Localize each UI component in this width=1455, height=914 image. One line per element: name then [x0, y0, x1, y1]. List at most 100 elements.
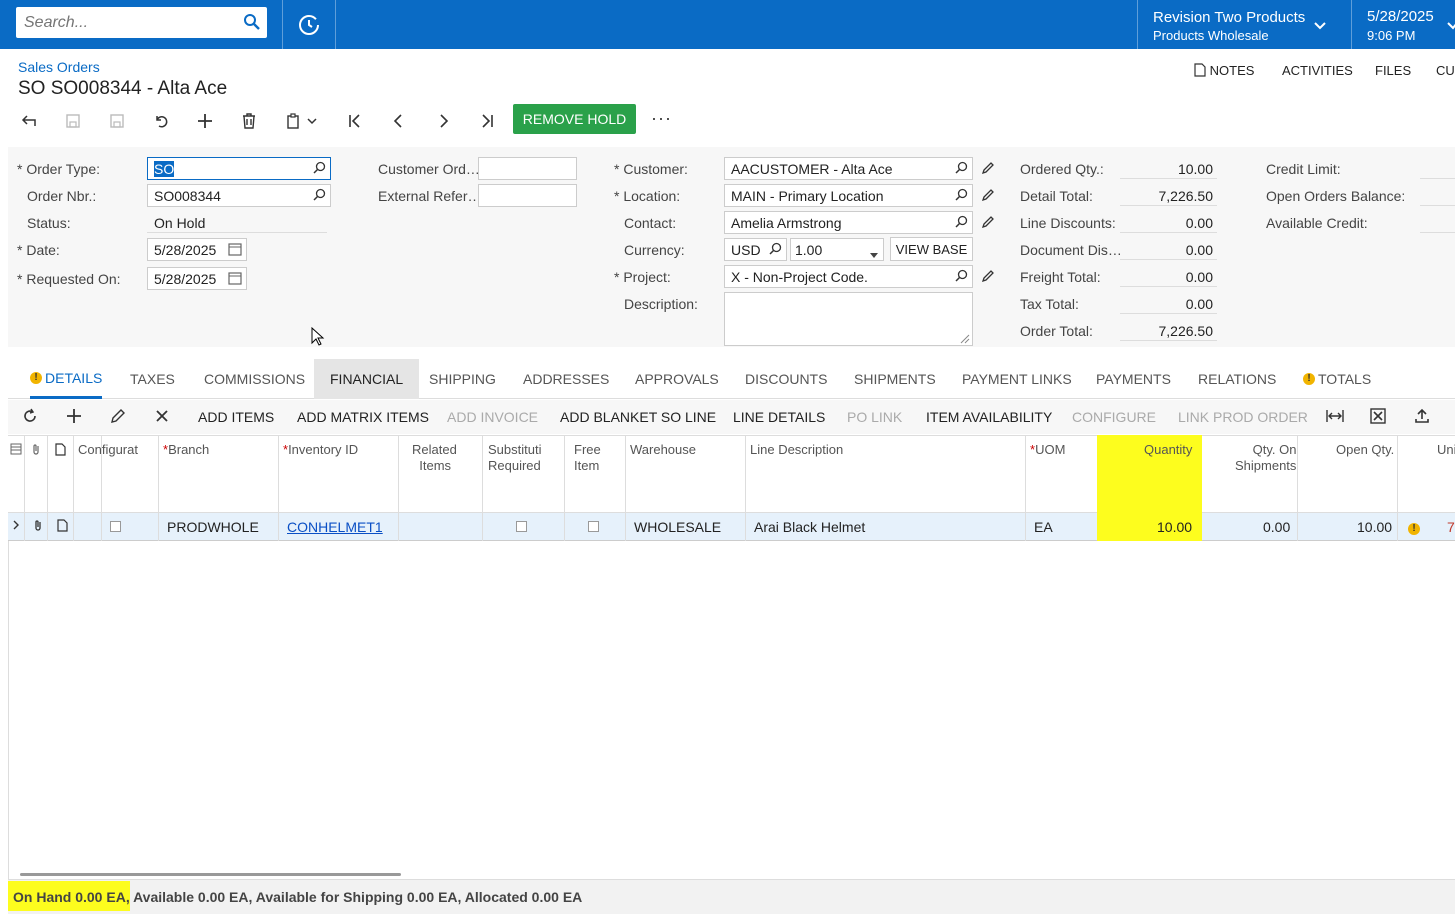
- column-substitution-required[interactable]: Substituti Required: [488, 442, 541, 474]
- note-column-icon[interactable]: [55, 443, 66, 460]
- free-item-checkbox[interactable]: [588, 521, 599, 532]
- chevron-down-icon[interactable]: [305, 109, 319, 133]
- column-open-qty[interactable]: Open Qty.: [1336, 442, 1394, 458]
- tab-totals[interactable]: ! TOTALS: [1303, 359, 1371, 399]
- copy-paste-icon[interactable]: [281, 109, 305, 133]
- tab-taxes[interactable]: TAXES: [130, 359, 175, 399]
- edit-location-icon[interactable]: [981, 188, 995, 205]
- cell-branch[interactable]: PRODWHOLE: [167, 519, 259, 535]
- refresh-icon[interactable]: [22, 408, 38, 427]
- add-blanket-so-line-button[interactable]: ADD BLANKET SO LINE: [560, 409, 716, 425]
- tab-shipping[interactable]: SHIPPING: [429, 359, 496, 399]
- last-record-icon[interactable]: [475, 109, 499, 133]
- caret-down-icon[interactable]: [869, 246, 879, 260]
- search-icon[interactable]: [243, 13, 261, 34]
- tab-details[interactable]: ! DETAILS: [30, 359, 103, 399]
- column-configurat[interactable]: Configurat: [78, 442, 138, 458]
- undo-icon[interactable]: [149, 109, 173, 133]
- column-unit-price[interactable]: Uni: [1437, 442, 1455, 458]
- first-record-icon[interactable]: [343, 109, 367, 133]
- line-details-button[interactable]: LINE DETAILS: [733, 409, 825, 425]
- configure-button[interactable]: CONFIGURE: [1072, 409, 1156, 425]
- add-items-button[interactable]: ADD ITEMS: [198, 409, 274, 425]
- row-selector-icon[interactable]: [10, 443, 22, 459]
- column-quantity[interactable]: Quantity: [1144, 442, 1192, 458]
- history-icon[interactable]: [296, 12, 322, 41]
- row-attachment-icon[interactable]: [32, 519, 44, 535]
- cell-inventory-id-link[interactable]: CONHELMET1: [287, 519, 383, 535]
- link-prod-order-button[interactable]: LINK PROD ORDER: [1178, 409, 1308, 425]
- column-warehouse[interactable]: Warehouse: [630, 442, 696, 458]
- edit-contact-icon[interactable]: [981, 215, 995, 232]
- view-base-button[interactable]: VIEW BASE: [890, 237, 973, 261]
- back-icon[interactable]: [17, 109, 41, 133]
- tab-shipments[interactable]: SHIPMENTS: [854, 359, 936, 399]
- search-input[interactable]: [16, 7, 236, 38]
- next-record-icon[interactable]: [431, 109, 455, 133]
- requested-on-field[interactable]: 5/28/2025: [147, 267, 247, 290]
- lookup-icon[interactable]: [313, 161, 326, 177]
- edit-project-icon[interactable]: [981, 269, 995, 286]
- currency-field[interactable]: USD: [724, 238, 787, 261]
- lookup-icon[interactable]: [955, 215, 968, 231]
- external-ref-field[interactable]: [478, 184, 577, 207]
- tab-payment-links[interactable]: PAYMENT LINKS: [962, 359, 1072, 399]
- date-field[interactable]: 5/28/2025: [147, 238, 247, 261]
- tab-relations[interactable]: RELATIONS: [1198, 359, 1276, 399]
- customer-field[interactable]: AACUSTOMER - Alta Ace: [724, 157, 973, 180]
- calendar-icon[interactable]: [228, 271, 242, 288]
- column-related-items[interactable]: Related Items: [412, 442, 457, 474]
- cell-unit-price[interactable]: 7: [1447, 519, 1455, 535]
- project-field[interactable]: X - Non-Project Code.: [724, 265, 973, 288]
- cell-uom[interactable]: EA: [1034, 519, 1053, 535]
- customization-link[interactable]: CU: [1436, 63, 1455, 78]
- save-close-icon[interactable]: [61, 109, 85, 133]
- add-invoice-button[interactable]: ADD INVOICE: [447, 409, 538, 425]
- cell-warehouse[interactable]: WHOLESALE: [634, 519, 721, 535]
- chevron-down-icon[interactable]: [1313, 18, 1327, 34]
- cell-qty-on-shipments[interactable]: 0.00: [1263, 519, 1290, 535]
- activities-link[interactable]: ACTIVITIES: [1282, 63, 1353, 78]
- lookup-icon[interactable]: [955, 188, 968, 204]
- add-matrix-items-button[interactable]: ADD MATRIX ITEMS: [297, 409, 429, 425]
- order-nbr-field[interactable]: SO008344: [147, 184, 331, 207]
- lookup-icon[interactable]: [955, 269, 968, 285]
- item-availability-button[interactable]: ITEM AVAILABILITY: [926, 409, 1052, 425]
- edit-customer-icon[interactable]: [981, 161, 995, 178]
- expand-row-icon[interactable]: [12, 518, 20, 534]
- row-note-icon[interactable]: [57, 519, 68, 535]
- contact-field[interactable]: Amelia Armstrong: [724, 211, 973, 234]
- column-free-item[interactable]: Free Item: [574, 442, 601, 474]
- substitution-required-checkbox[interactable]: [516, 521, 527, 532]
- files-link[interactable]: FILES: [1375, 63, 1411, 78]
- tab-commissions[interactable]: COMMISSIONS: [204, 359, 305, 399]
- resize-handle-icon[interactable]: [958, 331, 970, 345]
- configurat-checkbox[interactable]: [110, 521, 121, 532]
- calendar-icon[interactable]: [228, 242, 242, 259]
- delete-icon[interactable]: [237, 109, 261, 133]
- order-type-field[interactable]: SO: [147, 157, 331, 180]
- column-line-description[interactable]: Line Description: [750, 442, 843, 458]
- lookup-icon[interactable]: [769, 242, 782, 258]
- search-box[interactable]: [16, 7, 267, 38]
- cell-line-description[interactable]: Arai Black Helmet: [754, 519, 865, 535]
- edit-row-icon[interactable]: [110, 408, 126, 427]
- chevron-down-icon[interactable]: [1447, 18, 1455, 34]
- previous-record-icon[interactable]: [387, 109, 411, 133]
- attachment-icon[interactable]: [30, 443, 42, 460]
- tab-payments[interactable]: PAYMENTS: [1096, 359, 1171, 399]
- column-inventory-id[interactable]: *Inventory ID: [283, 442, 358, 458]
- tab-addresses[interactable]: ADDRESSES: [523, 359, 609, 399]
- horizontal-scrollbar[interactable]: [20, 873, 401, 876]
- delete-row-icon[interactable]: [154, 408, 170, 427]
- po-link-button[interactable]: PO LINK: [847, 409, 902, 425]
- tab-discounts[interactable]: DISCOUNTS: [745, 359, 827, 399]
- date-selector[interactable]: 5/28/2025 9:06 PM: [1367, 8, 1434, 43]
- add-icon[interactable]: [193, 109, 217, 133]
- notes-link[interactable]: NOTES: [1194, 63, 1254, 78]
- breadcrumb[interactable]: Sales Orders: [18, 59, 100, 75]
- cell-quantity[interactable]: 10.00: [1157, 519, 1192, 535]
- customer-order-field[interactable]: [478, 157, 577, 180]
- company-selector[interactable]: Revision Two Products Products Wholesale: [1153, 9, 1305, 43]
- export-excel-icon[interactable]: [1370, 408, 1386, 427]
